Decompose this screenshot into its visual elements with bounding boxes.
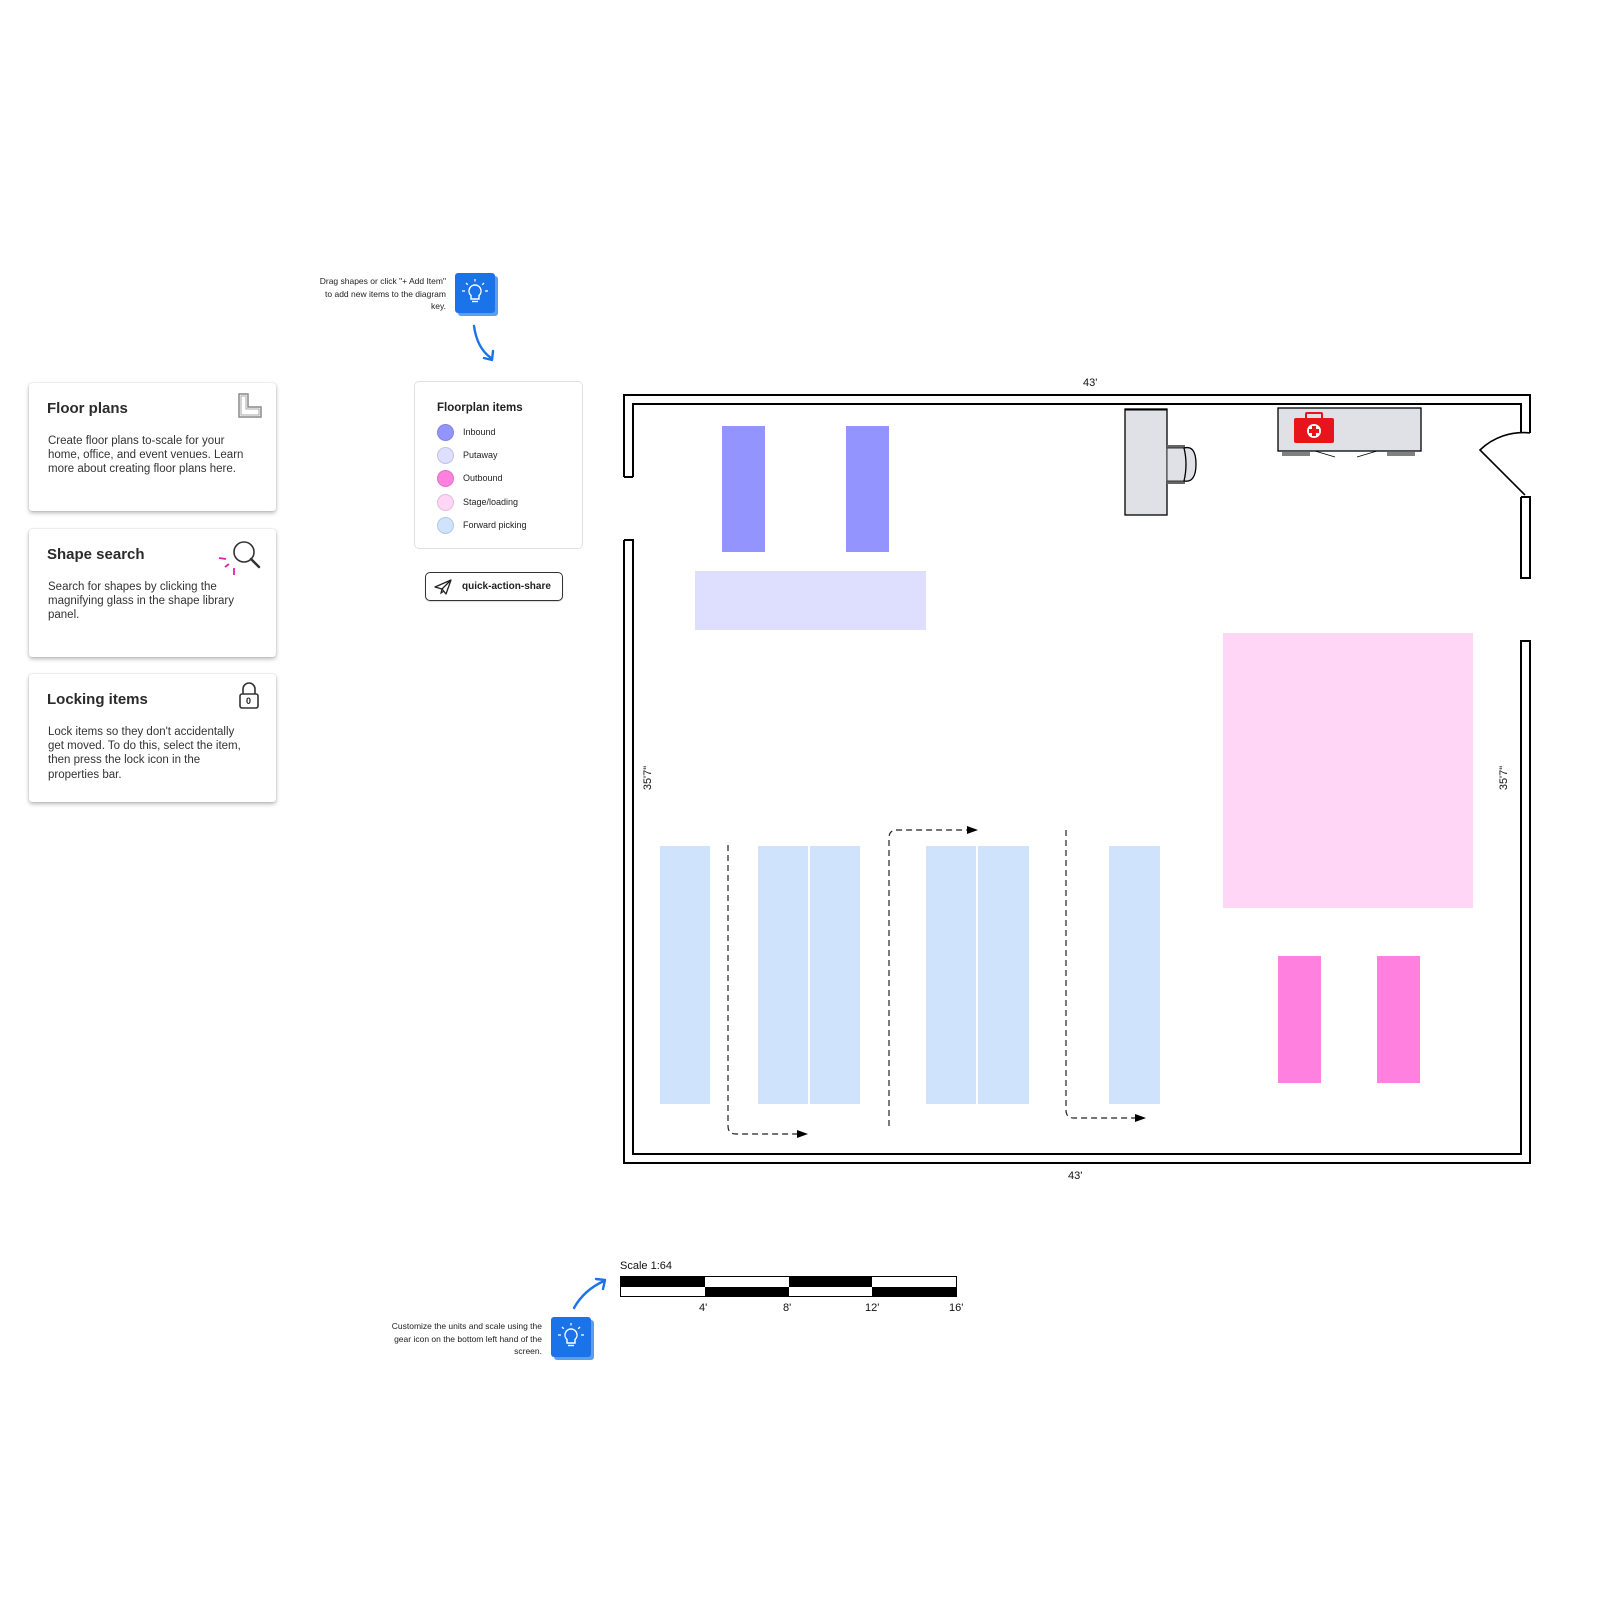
scale-tick: 4' [699,1302,708,1314]
flow-arrowhead-icon [1135,1114,1146,1122]
scale-hint-text: Customize the units and scale using the … [391,1321,542,1357]
scale-segment [872,1286,956,1296]
scale-tick: 16' [949,1302,964,1314]
office-chair-icon [1166,445,1197,484]
scale-title: Scale 1:64 [620,1260,672,1272]
flow-path [1065,830,1136,1119]
scale-segment [788,1277,873,1287]
flow-paths [727,826,1146,1138]
scale-tick: 12' [865,1302,880,1314]
scale-segment [704,1286,789,1296]
scale-bar [620,1276,957,1297]
flow-arrowhead-icon [967,826,978,834]
scale-tick: 8' [783,1302,792,1314]
scale-segment [621,1277,705,1287]
flow-path [888,829,968,1126]
flow-path [727,845,798,1135]
arrow-up-right-icon [572,1277,607,1310]
counter[interactable] [1275,405,1423,460]
desk-with-chair[interactable] [1120,405,1205,520]
flow-arrowhead-icon [797,1130,808,1138]
lightbulb-icon [551,1317,591,1357]
